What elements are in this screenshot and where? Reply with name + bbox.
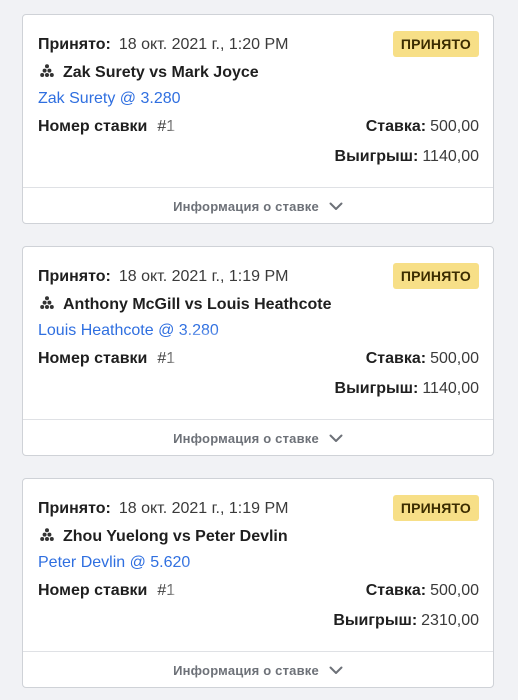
selection-link[interactable]: Louis Heathcote @ 3.280 — [38, 321, 219, 341]
bet-details-label: Информация о ставке — [173, 431, 319, 446]
status-badge: ПРИНЯТО — [392, 31, 479, 57]
stake-label: Ставка: — [365, 582, 427, 599]
accepted-time: 18 окт. 2021 г., 1:19 PM — [118, 500, 289, 517]
snooker-balls-icon — [40, 64, 54, 77]
event-name: Anthony McGill vs Louis Heathcote — [63, 296, 332, 313]
chevron-down-icon — [329, 434, 343, 442]
snooker-balls-icon — [40, 528, 54, 541]
event-name: Zhou Yuelong vs Peter Devlin — [63, 528, 288, 545]
bet-details-toggle[interactable]: Информация о ставке — [23, 652, 493, 687]
redaction-blur — [180, 113, 300, 141]
accepted-row: Принято: 18 окт. 2021 г., 1:19 PM — [38, 499, 288, 519]
selection-link[interactable]: Peter Devlin @ 5.620 — [38, 553, 190, 573]
event-row: Anthony McGill vs Louis Heathcote — [38, 295, 331, 315]
accepted-label: Принято: — [38, 36, 111, 53]
bet-card: Принято: 18 окт. 2021 г., 1:20 PM ПРИНЯТО… — [22, 14, 494, 224]
payout-label: Выигрыш: — [333, 612, 418, 629]
bet-number-row: Номер ставки #1 — [38, 349, 175, 369]
bet-number-value: #1 — [157, 118, 176, 135]
payout-label: Выигрыш: — [334, 148, 419, 165]
accepted-label: Принято: — [38, 500, 111, 517]
bet-details-label: Информация о ставке — [173, 663, 319, 678]
bet-details-toggle[interactable]: Информация о ставке — [23, 188, 493, 223]
payout-row: Выигрыш: 1140,00 — [335, 147, 479, 167]
payout-value: 1140,00 — [422, 380, 479, 397]
snooker-balls-icon — [40, 296, 54, 309]
event-name: Zak Surety vs Mark Joyce — [63, 64, 259, 81]
selection-link[interactable]: Zak Surety @ 3.280 — [38, 89, 181, 109]
stake-label: Ставка: — [365, 118, 427, 135]
stake-value: 500,00 — [430, 582, 479, 599]
stake-row: Ставка: 500,00 — [366, 349, 479, 369]
bet-details-label: Информация о ставке — [173, 199, 319, 214]
stake-row: Ставка: 500,00 — [366, 117, 479, 137]
stake-row: Ставка: 500,00 — [366, 581, 479, 601]
payout-value: 2310,00 — [421, 612, 479, 629]
bet-number-row: Номер ставки #1 — [38, 581, 175, 601]
redaction-blur — [180, 577, 300, 605]
bet-number-value: #1 — [157, 582, 176, 599]
accepted-time: 18 окт. 2021 г., 1:19 PM — [118, 268, 289, 285]
chevron-down-icon — [329, 666, 343, 674]
bet-number-label: Номер ставки — [38, 350, 148, 367]
bet-number-label: Номер ставки — [38, 582, 148, 599]
stake-label: Ставка: — [365, 350, 427, 367]
event-row: Zhou Yuelong vs Peter Devlin — [38, 527, 288, 547]
bet-number-value: #1 — [157, 350, 176, 367]
bet-card: Принято: 18 окт. 2021 г., 1:19 PM ПРИНЯТО… — [22, 478, 494, 688]
bet-number-label: Номер ставки — [38, 118, 148, 135]
accepted-time: 18 окт. 2021 г., 1:20 PM — [118, 36, 289, 53]
accepted-row: Принято: 18 окт. 2021 г., 1:20 PM — [38, 35, 288, 55]
status-badge: ПРИНЯТО — [392, 495, 479, 521]
payout-row: Выигрыш: 2310,00 — [333, 611, 479, 631]
status-badge: ПРИНЯТО — [392, 263, 479, 289]
bet-number-row: Номер ставки #1 — [38, 117, 175, 137]
chevron-down-icon — [329, 202, 343, 210]
payout-label: Выигрыш: — [334, 380, 419, 397]
event-row: Zak Surety vs Mark Joyce — [38, 63, 259, 83]
redaction-blur — [180, 345, 300, 373]
payout-row: Выигрыш: 1140,00 — [335, 379, 479, 399]
accepted-label: Принято: — [38, 268, 111, 285]
payout-value: 1140,00 — [422, 148, 479, 165]
stake-value: 500,00 — [430, 118, 479, 135]
bet-card: Принято: 18 окт. 2021 г., 1:19 PM ПРИНЯТО… — [22, 246, 494, 456]
bet-details-toggle[interactable]: Информация о ставке — [23, 420, 493, 455]
accepted-row: Принято: 18 окт. 2021 г., 1:19 PM — [38, 267, 288, 287]
stake-value: 500,00 — [430, 350, 479, 367]
